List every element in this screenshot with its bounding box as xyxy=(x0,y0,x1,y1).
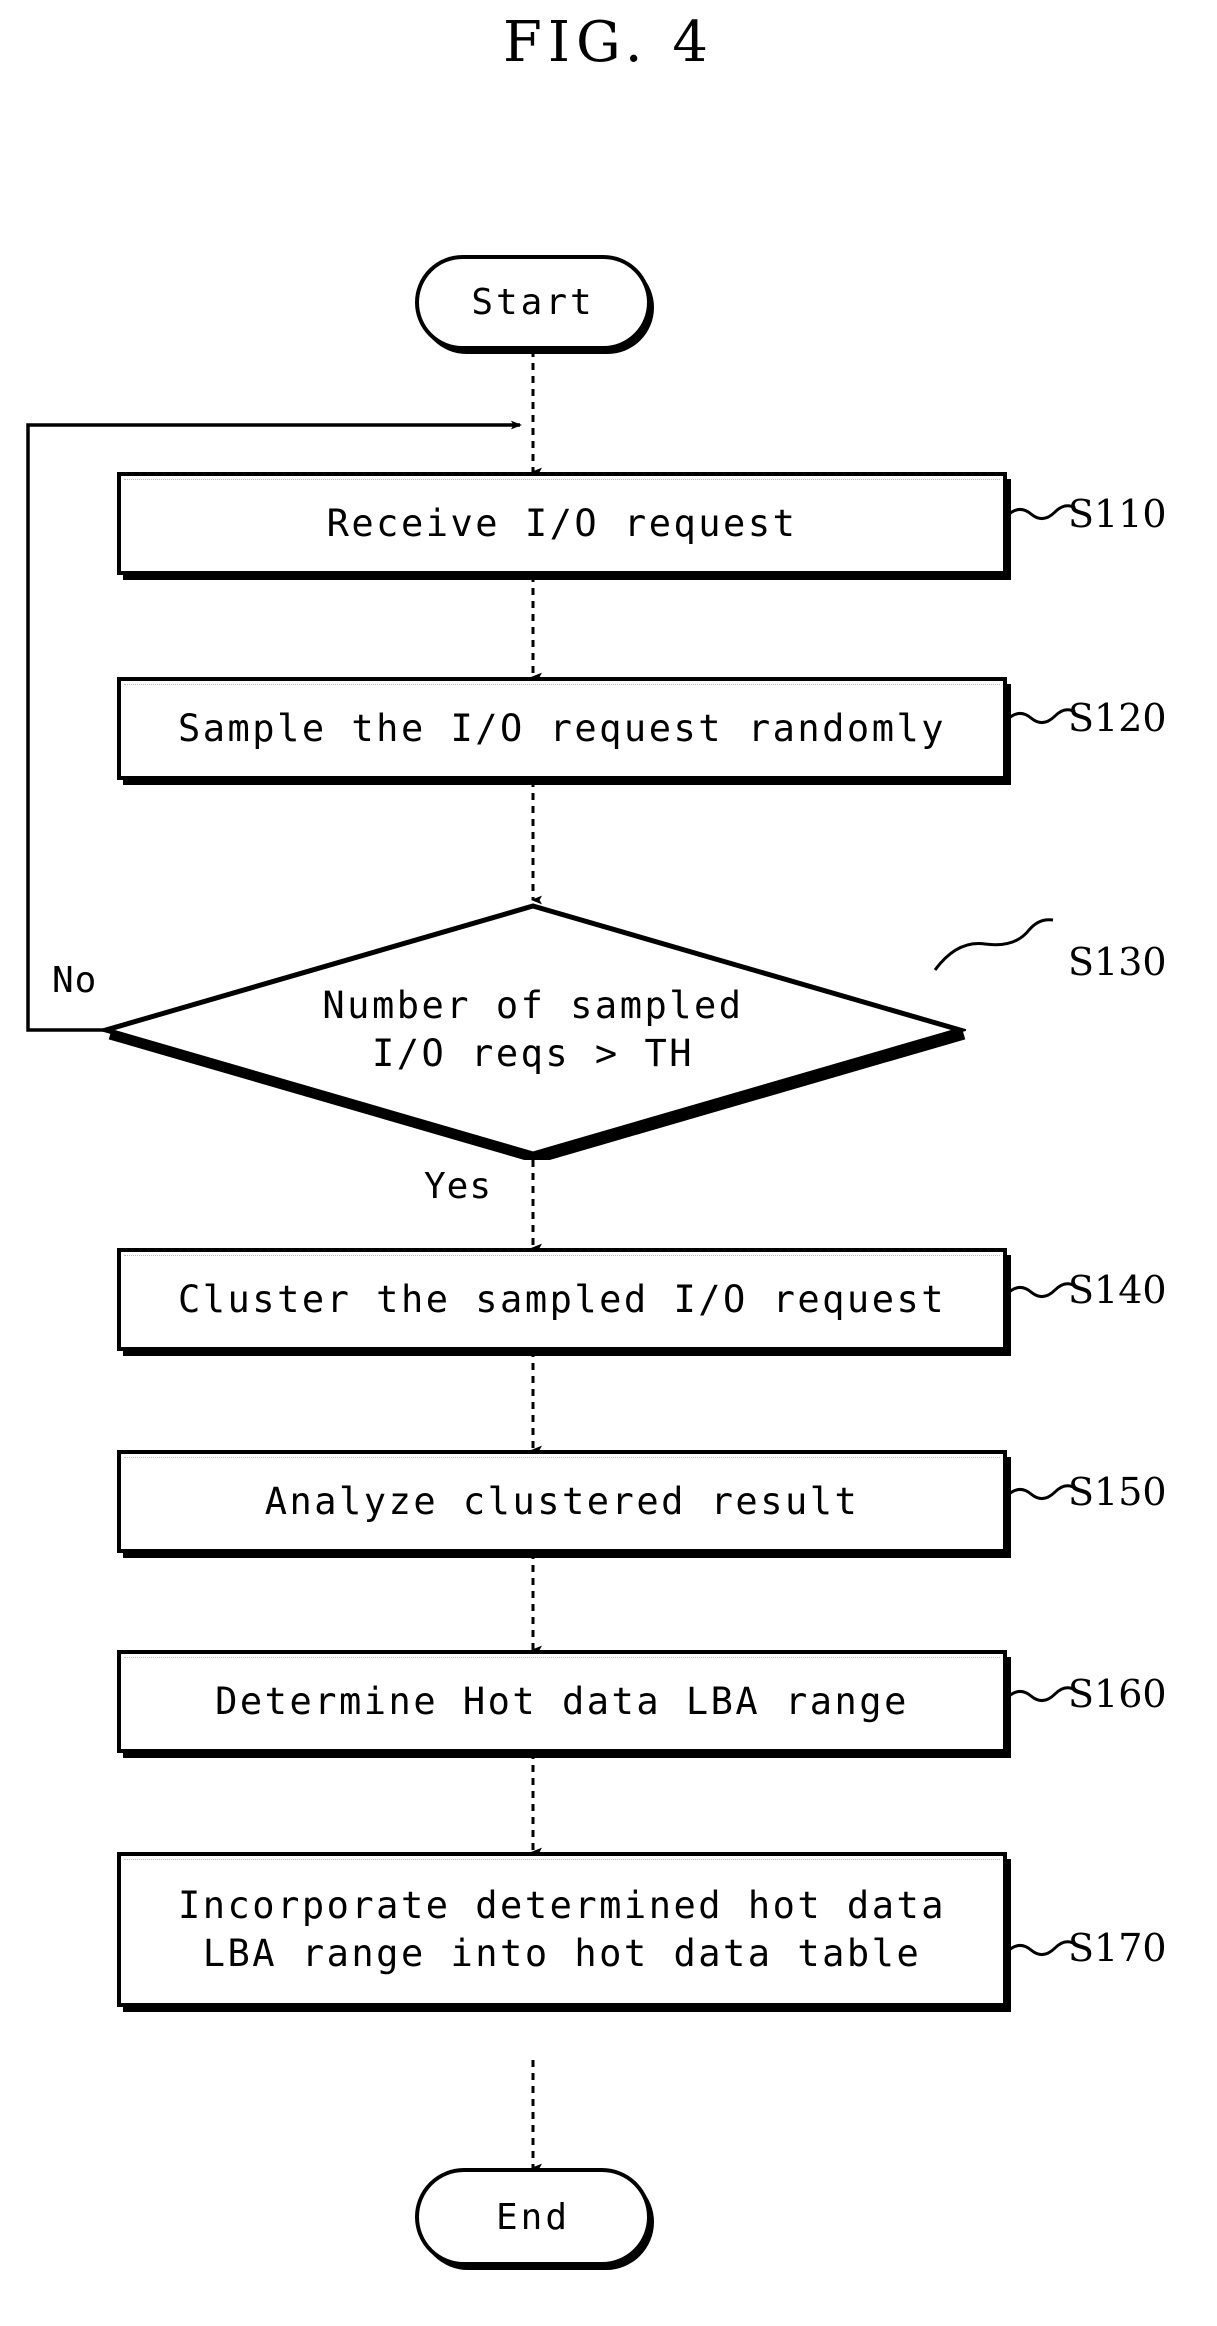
node-s120-label: Sample the I/O request randomly xyxy=(177,706,947,750)
box-inner-rule xyxy=(124,1457,1000,1458)
node-s170-incorporate-hot-data-lba-range[interactable]: Incorporate determined hot data LBA rang… xyxy=(117,1852,1007,2007)
node-s110-label: Receive I/O request xyxy=(326,501,798,545)
leader-s160 xyxy=(1005,1686,1076,1702)
node-s130-decision[interactable]: Number of sampled I/O reqs > TH xyxy=(100,900,966,1160)
node-s120-sample-io-request[interactable]: Sample the I/O request randomly xyxy=(117,677,1007,780)
node-s170-line2: LBA range into hot data table xyxy=(202,1931,922,1975)
node-s150-label: Analyze clustered result xyxy=(264,1479,860,1523)
step-ref-s120: S120 xyxy=(1068,696,1167,740)
node-s110-receive-io-request[interactable]: Receive I/O request xyxy=(117,472,1007,575)
box-inner-rule xyxy=(124,684,1000,685)
node-end-label: End xyxy=(495,2196,571,2238)
node-s140-cluster-sampled-io-request[interactable]: Cluster the sampled I/O request xyxy=(117,1248,1007,1351)
step-ref-s130: S130 xyxy=(1068,940,1167,984)
leader-s110 xyxy=(1005,504,1076,520)
decision-diamond-shape xyxy=(100,903,966,1160)
leader-s150 xyxy=(1005,1484,1076,1500)
node-s150-analyze-clustered-result[interactable]: Analyze clustered result xyxy=(117,1450,1007,1553)
step-ref-s150: S150 xyxy=(1068,1470,1167,1514)
node-s160-determine-hot-data-lba-range[interactable]: Determine Hot data LBA range xyxy=(117,1650,1007,1753)
branch-label-yes: Yes xyxy=(424,1166,493,1207)
node-s160-label: Determine Hot data LBA range xyxy=(215,1679,909,1723)
box-inner-rule xyxy=(124,1255,1000,1256)
leader-s120 xyxy=(1005,708,1076,724)
box-inner-rule xyxy=(124,479,1000,480)
node-s140-label: Cluster the sampled I/O request xyxy=(177,1277,947,1321)
node-start[interactable]: Start xyxy=(415,255,651,350)
node-start-label: Start xyxy=(471,282,595,323)
leader-s140 xyxy=(1005,1282,1076,1298)
step-ref-s140: S140 xyxy=(1068,1268,1167,1312)
figure-title: FIG. 4 xyxy=(503,10,714,75)
node-end[interactable]: End xyxy=(415,2168,651,2266)
branch-label-no: No xyxy=(52,960,98,1001)
node-s170-line1: Incorporate determined hot data xyxy=(177,1884,947,1928)
step-ref-s110: S110 xyxy=(1068,492,1167,536)
box-inner-rule xyxy=(124,1859,1000,1860)
box-inner-rule xyxy=(124,1657,1000,1658)
step-ref-s170: S170 xyxy=(1068,1926,1167,1970)
step-ref-s160: S160 xyxy=(1068,1672,1167,1716)
leader-s170 xyxy=(1005,1940,1076,1956)
